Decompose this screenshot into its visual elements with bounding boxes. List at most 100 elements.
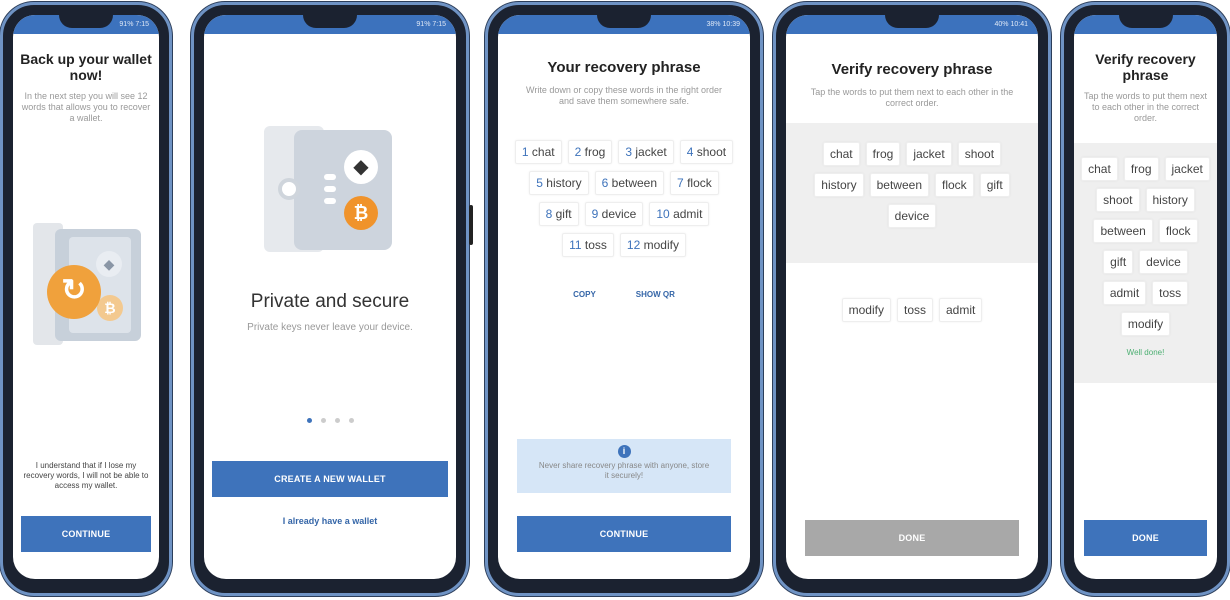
word-text: history (821, 178, 857, 192)
screen: 38% 10:39 Your recovery phrase Write dow… (498, 15, 750, 579)
word-text: toss (584, 238, 607, 252)
word-text: modify (643, 238, 679, 252)
word-chip[interactable]: flock (935, 173, 974, 197)
word-text: modify (848, 303, 884, 317)
word-text: jacket (913, 147, 945, 161)
word-chip[interactable]: 12 modify (619, 233, 686, 257)
confirm-checkbox-label[interactable]: I understand that if I lose my recovery … (13, 461, 159, 491)
word-chip[interactable]: toss (896, 298, 933, 322)
word-text: admit (1109, 286, 1140, 300)
word-chip[interactable]: modify (1120, 312, 1171, 336)
status-right: 38% 10:39 (706, 21, 740, 28)
word-number: 12 (626, 238, 641, 252)
security-notice: i Never share recovery phrase with anyon… (517, 439, 731, 493)
word-text: chat (829, 147, 853, 161)
create-wallet-button[interactable]: CREATE A NEW WALLET (212, 461, 448, 497)
phone-backup: 91% 7:15 Back up your wallet now! In the… (0, 2, 172, 596)
word-chip[interactable]: frog (1123, 157, 1159, 181)
slide-title: Private and secure (250, 291, 410, 312)
show-qr-button[interactable]: SHOW QR (636, 290, 675, 299)
wallet-restore-illustration: ◆ ₿ ↻ (33, 223, 143, 345)
screen: 91% 7:15 Back up your wallet now! In the… (13, 15, 159, 579)
word-chip[interactable]: toss (1152, 281, 1189, 305)
word-chip[interactable]: 2 frog (567, 140, 613, 164)
word-chip[interactable]: 3 jacket (618, 140, 674, 164)
word-text: flock (687, 176, 712, 190)
slide-subtitle: Private keys never leave your device. (247, 322, 413, 333)
word-text: shoot (696, 145, 727, 159)
word-chip[interactable]: 1 chat (514, 140, 562, 164)
word-chip[interactable]: frog (865, 142, 901, 166)
word-text: frog (584, 145, 606, 159)
word-chip[interactable]: chat (822, 142, 860, 166)
page-title: Back up your wallet now! (20, 51, 152, 83)
word-text: shoot (964, 147, 995, 161)
word-chip[interactable]: 8 gift (538, 202, 579, 226)
word-chip[interactable]: 4 shoot (679, 140, 734, 164)
word-chip[interactable]: shoot (957, 142, 1002, 166)
ethereum-icon: ◆ (344, 150, 378, 184)
word-number: 9 (591, 207, 599, 221)
page-title: Verify recovery phrase (1095, 51, 1196, 83)
existing-wallet-link[interactable]: I already have a wallet (204, 516, 456, 526)
screen: 91% 7:15 ◆ ₿ Private and secure Private … (204, 15, 456, 579)
word-number: 3 (625, 145, 633, 159)
word-chip[interactable]: device (887, 204, 937, 228)
word-chip[interactable]: between (1093, 219, 1153, 243)
status-right: 91% 7:15 (416, 21, 446, 28)
ethereum-icon: ◆ (96, 251, 122, 277)
word-text: modify (1127, 317, 1164, 331)
screen: Verify recovery phrase Tap the words to … (1074, 15, 1217, 579)
phone-onboarding: 91% 7:15 ◆ ₿ Private and secure Private … (191, 2, 473, 596)
remaining-words: modify toss admit (786, 298, 1038, 322)
word-chip[interactable]: jacket (1164, 157, 1210, 181)
word-text: flock (942, 178, 967, 192)
done-button[interactable]: DONE (805, 520, 1019, 556)
word-text: history (546, 176, 582, 190)
page-dot[interactable] (348, 418, 354, 423)
page-subtitle: Tap the words to put them next to each o… (1083, 91, 1208, 123)
word-chip[interactable]: admit (939, 298, 983, 322)
page-dot-active[interactable] (306, 418, 312, 423)
screen: 40% 10:41 Verify recovery phrase Tap the… (786, 15, 1038, 579)
word-chip[interactable]: 6 between (594, 171, 665, 195)
selected-words-area: chat frog jacket shoot history between flock gi… (1074, 143, 1217, 383)
page-indicator[interactable] (204, 418, 456, 423)
word-chip[interactable]: history (1145, 188, 1195, 212)
copy-button[interactable]: COPY (573, 290, 596, 299)
word-text: gift (986, 178, 1003, 192)
word-text: device (894, 209, 930, 223)
page-dot[interactable] (334, 418, 340, 423)
phone-recovery-phrase: 38% 10:39 Your recovery phrase Write dow… (485, 2, 763, 596)
word-chip[interactable]: jacket (906, 142, 952, 166)
word-chip[interactable]: gift (1103, 250, 1134, 274)
word-chip[interactable]: 5 history (529, 171, 589, 195)
word-chip[interactable]: gift (979, 173, 1010, 197)
word-number: 5 (536, 176, 543, 190)
page-subtitle: Tap the words to put them next to each o… (810, 87, 1014, 108)
word-text: frog (1130, 162, 1152, 176)
page-subtitle: In the next step you will see 12 words t… (21, 91, 151, 123)
security-notice-text: Never share recovery phrase with anyone,… (538, 461, 710, 480)
word-chip[interactable]: between (869, 173, 929, 197)
word-chip[interactable]: 7 flock (670, 171, 719, 195)
word-text: toss (903, 303, 926, 317)
word-chip[interactable]: 10 admit (649, 202, 710, 226)
word-text: toss (1159, 286, 1182, 300)
page-dot[interactable] (320, 418, 326, 423)
word-chip[interactable]: 11 toss (562, 233, 614, 257)
word-chip[interactable]: chat (1081, 157, 1118, 181)
word-text: between (876, 178, 922, 192)
word-chip[interactable]: modify (841, 298, 891, 322)
word-chip[interactable]: history (814, 173, 864, 197)
word-chip[interactable]: shoot (1096, 188, 1140, 212)
word-chip[interactable]: device (1139, 250, 1188, 274)
word-chip[interactable]: 9 device (584, 202, 644, 226)
word-chip[interactable]: flock (1158, 219, 1198, 243)
continue-button[interactable]: CONTINUE (517, 516, 731, 552)
done-button[interactable]: DONE (1084, 520, 1207, 556)
camera-notch (885, 15, 939, 28)
word-chip[interactable]: admit (1102, 281, 1147, 305)
continue-button[interactable]: CONTINUE (21, 516, 151, 552)
word-number: 8 (545, 207, 553, 221)
